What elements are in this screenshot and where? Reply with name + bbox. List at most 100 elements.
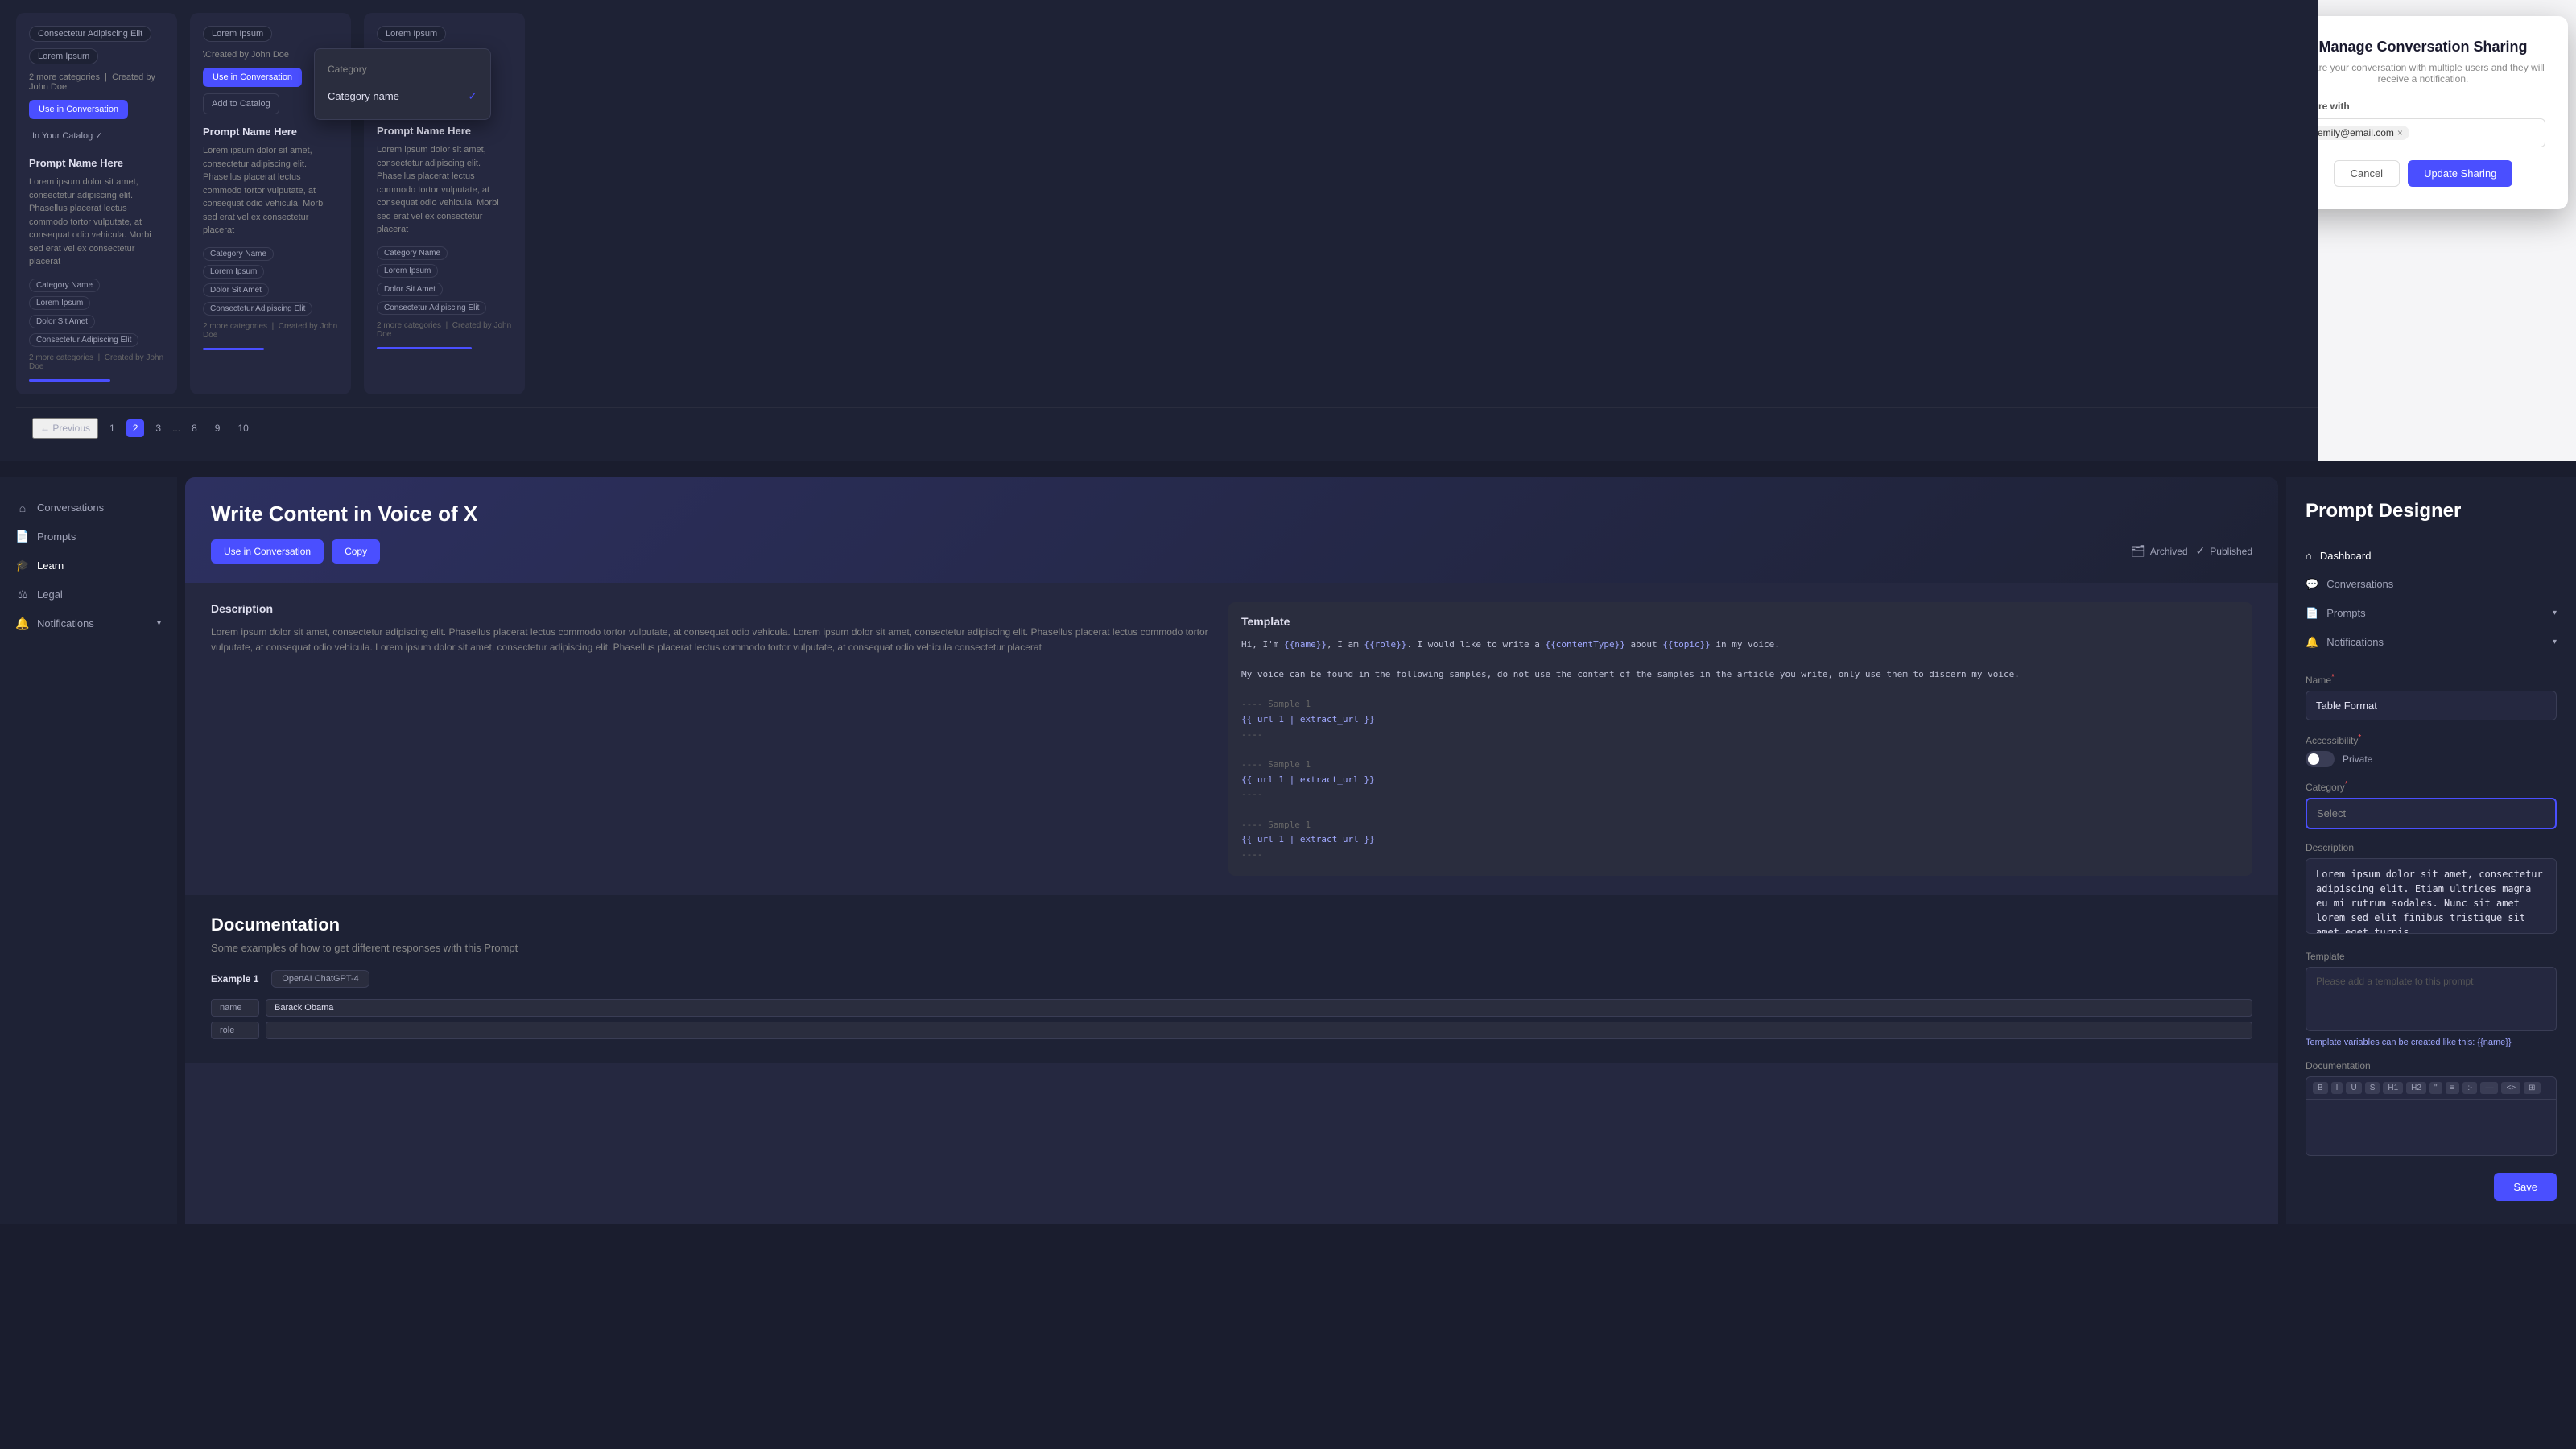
- progress-bar-2: [203, 348, 264, 350]
- sidebar-label-notifications: Notifications: [37, 617, 94, 630]
- copy-btn[interactable]: Copy: [332, 539, 380, 564]
- card-title-2: Prompt Name Here: [203, 126, 338, 138]
- pagination: ← Previous 1 2 3 ... 8 9 10 Next →: [16, 407, 2560, 448]
- sidebar-item-notifications[interactable]: 🔔 Notifications ▾: [0, 609, 177, 638]
- doc2-icon: 📄: [2306, 607, 2318, 620]
- private-label: Private: [2343, 753, 2372, 765]
- home-icon: ⌂: [16, 502, 29, 514]
- prev-page-btn[interactable]: ← Previous: [32, 418, 98, 439]
- doc-tool-code[interactable]: <>: [2501, 1082, 2520, 1094]
- card-footer-2: 2 more categories | Created by John Doe: [203, 322, 338, 340]
- private-toggle[interactable]: [2306, 751, 2334, 767]
- template-placeholder-text: Please add a template to this prompt: [2316, 976, 2473, 987]
- tag-dolor-1[interactable]: Dolor Sit Amet: [29, 315, 95, 328]
- cancel-modal-btn[interactable]: Cancel: [2334, 160, 2400, 187]
- card-body-2: Lorem ipsum dolor sit amet, consectetur …: [203, 144, 338, 237]
- right-nav-notifications[interactable]: 🔔 Notifications ▾: [2306, 628, 2557, 657]
- tag-lorem-3[interactable]: Lorem Ipsum: [377, 264, 438, 278]
- use-in-conv-main-btn[interactable]: Use in Conversation: [211, 539, 324, 564]
- category-dropdown[interactable]: Category Category name ✓: [314, 48, 491, 120]
- example-model-badge: OpenAI ChatGPT-4: [271, 970, 369, 988]
- doc-tool-s[interactable]: S: [2365, 1082, 2380, 1094]
- param-key-role: role: [211, 1022, 259, 1039]
- prompt-main-title: Write Content in Voice of X: [211, 502, 2252, 526]
- doc-tool-h1[interactable]: H1: [2383, 1082, 2403, 1094]
- doc-tool-table[interactable]: ⊞: [2524, 1082, 2540, 1094]
- tag-consectetur-tag-2[interactable]: Consectetur Adipiscing Elit: [203, 302, 312, 316]
- tag-dolor-3[interactable]: Dolor Sit Amet: [377, 283, 443, 296]
- save-btn[interactable]: Save: [2494, 1173, 2557, 1201]
- page-btn-3[interactable]: 3: [149, 419, 167, 437]
- example-label: Example 1: [211, 973, 258, 985]
- doc-tool-list[interactable]: ≡: [2446, 1082, 2460, 1094]
- sidebar-item-legal[interactable]: ⚖ Legal: [0, 580, 177, 609]
- param-row-name: name Barack Obama: [211, 999, 2252, 1017]
- main-content: Write Content in Voice of X Use in Conve…: [185, 477, 2278, 1224]
- sidebar-item-learn[interactable]: 🎓 Learn: [0, 551, 177, 580]
- sidebar-item-conversations[interactable]: ⌂ Conversations: [0, 493, 177, 522]
- template-hint-example: {{name}}: [2477, 1038, 2511, 1047]
- doc-tool-quote[interactable]: ": [2429, 1082, 2442, 1094]
- template-hint: Template variables can be created like t…: [2306, 1038, 2557, 1047]
- use-in-conversation-btn-2[interactable]: Use in Conversation: [203, 68, 302, 87]
- chat-icon: 💬: [2306, 578, 2318, 591]
- prompts-expand-icon: ▾: [2553, 609, 2557, 617]
- card-title-1: Prompt Name Here: [29, 157, 164, 169]
- doc-tool-b[interactable]: B: [2313, 1082, 2328, 1094]
- tag-category-3[interactable]: Category Name: [377, 246, 448, 260]
- bell-icon: 🔔: [16, 617, 29, 630]
- check-icon: ✓: [468, 89, 477, 103]
- template-section-label: Template: [1241, 615, 2240, 628]
- template-input-area[interactable]: Please add a template to this prompt: [2306, 967, 2557, 1031]
- tag-consectetur-tag-1[interactable]: Consectetur Adipiscing Elit: [29, 333, 138, 347]
- tag-lorem-2[interactable]: Lorem Ipsum: [203, 265, 264, 279]
- doc-tool-h2[interactable]: H2: [2406, 1082, 2426, 1094]
- tag-dolor-2[interactable]: Dolor Sit Amet: [203, 283, 269, 297]
- doc-tool-hr[interactable]: —: [2480, 1082, 2498, 1094]
- page-btn-10[interactable]: 10: [231, 419, 254, 437]
- page-btn-1[interactable]: 1: [103, 419, 122, 437]
- badge-lorem-3: Lorem Ipsum: [377, 26, 446, 42]
- use-in-conversation-btn-1[interactable]: Use in Conversation: [29, 100, 128, 119]
- share-input-field[interactable]: emily@email.com ×: [2318, 118, 2545, 147]
- doc-tool-i[interactable]: I: [2331, 1082, 2343, 1094]
- in-catalog-btn-1[interactable]: In Your Catalog ✓: [29, 126, 106, 146]
- email-tag: emily@email.com ×: [2318, 126, 2409, 140]
- doc-tool-u[interactable]: U: [2346, 1082, 2361, 1094]
- category-select[interactable]: Select: [2306, 798, 2557, 829]
- tag-lorem-1[interactable]: Lorem Ipsum: [29, 296, 90, 310]
- progress-bar-3: [377, 347, 472, 349]
- bell2-icon: 🔔: [2306, 636, 2318, 649]
- documentation-field-label: Documentation: [2306, 1060, 2557, 1071]
- doc-textarea[interactable]: [2306, 1100, 2557, 1156]
- name-input[interactable]: [2306, 691, 2557, 720]
- page-btn-2[interactable]: 2: [126, 419, 145, 437]
- right-nav-prompts[interactable]: 📄 Prompts ▾: [2306, 599, 2557, 628]
- expand-notifications-icon: ▾: [157, 619, 161, 628]
- name-field-label: Name*: [2306, 673, 2557, 686]
- doc-tool-bullet[interactable]: :-: [2462, 1082, 2477, 1094]
- page-btn-9[interactable]: 9: [208, 419, 227, 437]
- description-textarea[interactable]: Lorem ipsum dolor sit amet, consectetur …: [2306, 858, 2557, 934]
- notif-expand-icon: ▾: [2553, 638, 2557, 646]
- page-btn-8[interactable]: 8: [185, 419, 204, 437]
- email-remove-icon[interactable]: ×: [2397, 127, 2403, 138]
- right-nav-conversations[interactable]: 💬 Conversations: [2306, 570, 2557, 599]
- right-nav-dashboard[interactable]: ⌂ Dashboard: [2306, 542, 2557, 570]
- update-sharing-btn[interactable]: Update Sharing: [2408, 160, 2512, 187]
- progress-bar-1: [29, 379, 110, 382]
- card-body-3: Lorem ipsum dolor sit amet, consectetur …: [377, 143, 512, 237]
- sidebar-label-legal: Legal: [37, 588, 63, 601]
- modal-subtitle: Share your conversation with multiple us…: [2318, 62, 2545, 85]
- param-value-name: Barack Obama: [266, 999, 2252, 1017]
- add-catalog-btn-2[interactable]: Add to Catalog: [203, 93, 279, 114]
- learn-icon: 🎓: [16, 559, 29, 572]
- tag-category-2[interactable]: Category Name: [203, 247, 274, 261]
- tag-consectetur-tag-3[interactable]: Consectetur Adipiscing Elit: [377, 301, 486, 315]
- sidebar-item-prompts[interactable]: 📄 Prompts: [0, 522, 177, 551]
- param-row-role: role: [211, 1022, 2252, 1039]
- template-text: Hi, I'm {{name}}, I am {{role}}. I would…: [1241, 638, 2240, 863]
- published-badge: ✓ Published: [2196, 544, 2252, 558]
- dropdown-item-category[interactable]: Category name ✓: [315, 83, 490, 109]
- tag-category-1[interactable]: Category Name: [29, 279, 100, 292]
